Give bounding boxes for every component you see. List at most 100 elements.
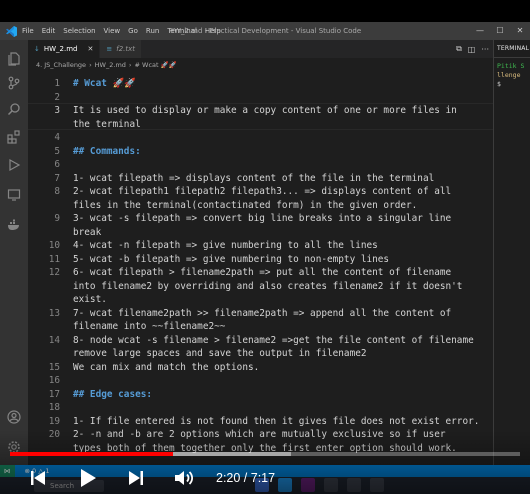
menu-item-view[interactable]: View <box>104 27 121 35</box>
breadcrumb-item[interactable]: HW_2.md <box>95 61 126 69</box>
editor-line[interactable]: 9 3- wcat -s filepath => convert big line… <box>28 212 493 226</box>
line-number: 17 <box>48 388 60 400</box>
line-text: 2- -n and -b are 2 options which are mut… <box>73 429 446 440</box>
play-button[interactable] <box>76 466 100 490</box>
line-number: 9 <box>54 213 60 224</box>
explorer-icon[interactable] <box>5 50 23 68</box>
editor-line[interactable]: 17 ## Edge cases: <box>28 388 493 402</box>
search-icon[interactable] <box>5 100 23 118</box>
editor-line[interactable]: into filename2 by overriding and also cr… <box>28 280 493 294</box>
breadcrumb-item[interactable]: # Wcat 🚀🚀 <box>135 61 177 69</box>
menu-item-file[interactable]: File <box>22 27 34 35</box>
line-text: It is used to display or make a copy con… <box>73 105 457 116</box>
activity-bar <box>0 40 28 465</box>
close-icon[interactable]: ✕ <box>510 22 530 40</box>
skip-next-icon <box>129 471 143 485</box>
menu-item-run[interactable]: Run <box>146 27 159 35</box>
maximize-icon[interactable]: ☐ <box>490 22 510 40</box>
line-text: 7- wcat filename2path >> filename2path =… <box>73 307 452 319</box>
editor-line[interactable]: the terminal <box>28 118 493 132</box>
line-number: 13 <box>48 307 60 319</box>
line-text: the terminal <box>73 118 141 130</box>
editor-line[interactable]: 3 It is used to display or make a copy co… <box>28 104 493 118</box>
text-file-icon: ≡ <box>106 45 113 53</box>
editor-line[interactable]: 4 <box>28 131 493 145</box>
editor-line[interactable]: 10 4- wcat -n filepath => give numbering … <box>28 239 493 253</box>
line-number: 11 <box>48 253 60 265</box>
tab-close-icon[interactable]: ✕ <box>88 45 94 53</box>
editor-line[interactable]: 11 5- wcat -b filepath => give numbering … <box>28 253 493 267</box>
editor-line[interactable]: 18 <box>28 401 493 415</box>
line-text: break <box>73 226 102 238</box>
editor-line[interactable]: 7 1- wcat filepath => displays content of… <box>28 172 493 186</box>
account-icon[interactable] <box>5 408 23 426</box>
editor-line[interactable]: 13 7- wcat filename2path >> filename2path… <box>28 307 493 321</box>
line-number: 1 <box>54 78 60 89</box>
editor-actions: ⧉ ◫ ··· <box>456 40 489 58</box>
editor-line[interactable]: 16 <box>28 374 493 388</box>
line-text: ## Edge cases: <box>73 388 153 400</box>
tab-f2-txt[interactable]: ≡ f2.txt <box>100 40 143 58</box>
breadcrumb-item[interactable]: 4. JS_Challenge <box>36 61 86 69</box>
editor-line[interactable]: remove large spaces and save the output … <box>28 347 493 361</box>
tab-hw-2-md[interactable]: ↓ HW_2.md ✕ <box>28 40 101 58</box>
editor-line[interactable]: files in the terminal(contactinated form… <box>28 199 493 213</box>
breadcrumb-separator-icon: › <box>128 60 132 69</box>
editor-line[interactable]: 6 <box>28 158 493 172</box>
run-debug-icon[interactable] <box>5 156 23 174</box>
editor-line[interactable]: 5 ## Commands: <box>28 145 493 159</box>
editor-line[interactable]: break <box>28 226 493 240</box>
terminal-line: llenge <box>497 71 521 79</box>
menu-item-help[interactable]: Help <box>205 27 221 35</box>
remote-explorer-icon[interactable] <box>5 186 23 204</box>
open-preview-icon[interactable]: ⧉ <box>456 44 462 54</box>
menu-item-edit[interactable]: Edit <box>42 27 56 35</box>
breadcrumb-separator-icon: › <box>89 60 92 69</box>
video-progress-bar[interactable] <box>10 452 520 456</box>
title-bar: File Edit Selection View Go Run Terminal Help H… <box>0 22 530 40</box>
more-actions-icon[interactable]: ··· <box>481 45 489 54</box>
minimize-icon[interactable]: — <box>470 22 490 40</box>
line-text: exist. <box>73 294 107 305</box>
video-played-bar <box>10 452 174 456</box>
line-text: into filename2 by overriding and also cr… <box>73 280 463 292</box>
editor-line[interactable]: 20 2- -n and -b are 2 options which are m… <box>28 428 493 442</box>
line-number: 5 <box>54 145 60 157</box>
extensions-icon[interactable] <box>5 128 23 146</box>
video-controls: 2:20 / 7:17 <box>0 462 530 494</box>
editor-line[interactable]: 14 8- node wcat -s filename > filename2 =… <box>28 334 493 348</box>
line-text: 1- wcat filepath => displays content of … <box>73 172 435 184</box>
split-editor-icon[interactable]: ◫ <box>468 45 476 54</box>
line-number: 18 <box>48 402 60 413</box>
terminal-panel[interactable]: TERMINAL Pitik Sllenge $ <box>493 40 530 465</box>
menu-item-selection[interactable]: Selection <box>63 27 95 35</box>
editor-line[interactable]: 12 6- wcat filepath > filename2path => pu… <box>28 266 493 280</box>
menu-bar: File Edit Selection View Go Run Terminal Help <box>22 27 221 35</box>
editor-line[interactable]: 2 <box>28 91 493 105</box>
tab-label: HW_2.md <box>43 45 78 53</box>
editor-line[interactable]: 1 # Wcat 🚀🚀 <box>28 77 493 91</box>
editor-line[interactable]: 19 1- If file entered is not found then i… <box>28 415 493 429</box>
previous-button[interactable] <box>26 466 50 490</box>
line-text: remove large spaces and save the output … <box>73 348 367 359</box>
menu-item-go[interactable]: Go <box>128 27 138 35</box>
line-number: 6 <box>54 159 60 170</box>
volume-icon <box>175 471 194 485</box>
markdown-icon: ↓ <box>34 45 40 53</box>
editor-line[interactable]: 8 2- wcat filepath1 filepath2 filepath3..… <box>28 185 493 199</box>
editor-line[interactable]: 15 We can mix and match the options. <box>28 361 493 375</box>
line-text: 5- wcat -b filepath => give numbering to… <box>73 253 390 265</box>
docker-icon[interactable] <box>5 216 23 234</box>
editor-line[interactable]: filename into ~~filename2~~ <box>28 320 493 334</box>
line-number: 4 <box>54 132 60 143</box>
line-text: 1- If file entered is not found then it … <box>73 415 480 427</box>
next-button[interactable] <box>124 466 148 490</box>
terminal-header[interactable]: TERMINAL <box>494 40 530 58</box>
menu-item-terminal[interactable]: Terminal <box>167 27 197 35</box>
terminal-output: Pitik Sllenge $ <box>494 58 530 89</box>
volume-button[interactable] <box>172 466 196 490</box>
editor-line[interactable]: exist. <box>28 293 493 307</box>
line-number: 7 <box>54 172 60 184</box>
code-editor[interactable]: 1 # Wcat 🚀🚀 2 3 It is used to display or mak… <box>28 71 493 456</box>
source-control-icon[interactable] <box>5 74 23 92</box>
